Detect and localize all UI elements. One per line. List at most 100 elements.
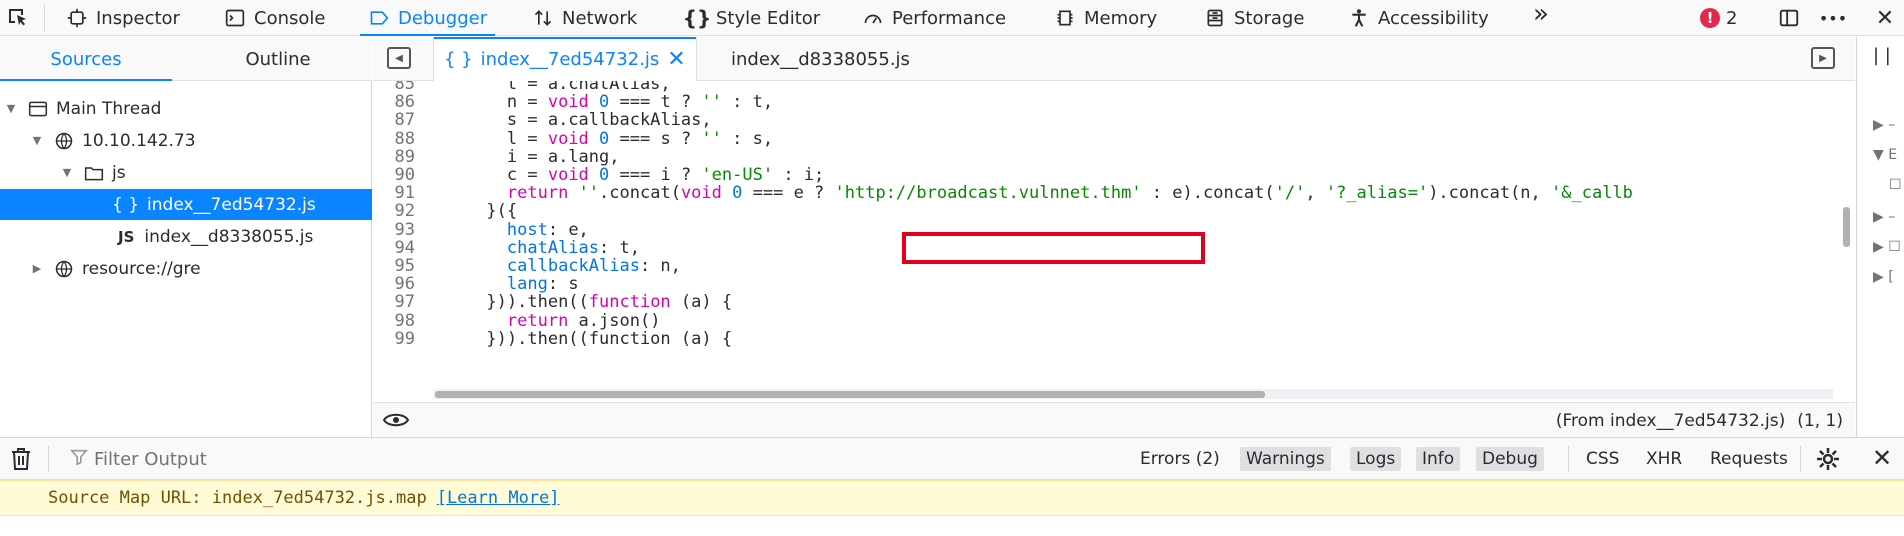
tab-storage[interactable]: Storage (1204, 0, 1304, 36)
devtools-toolbar: Inspector Console Debugger Network {} St… (0, 0, 1904, 36)
close-tab-icon[interactable]: ✕ (667, 47, 685, 72)
tab-label: Storage (1234, 7, 1305, 29)
filter-logs[interactable]: Logs (1350, 447, 1402, 471)
editor-footer: (From index__7ed54732.js) (1, 1) (373, 402, 1855, 437)
braces-icon: { } (444, 48, 473, 70)
line-number[interactable]: 99 (373, 328, 425, 350)
expand-arrow-icon[interactable]: ▼ (4, 102, 18, 115)
close-console-icon[interactable]: ✕ (1872, 444, 1892, 472)
line-column: (1, 1) (1797, 410, 1843, 431)
toggle-sources-icon[interactable]: ◀ (387, 47, 411, 69)
close-devtools-icon[interactable]: ✕ (1872, 6, 1898, 31)
sources-tabbar: Sources Outline (0, 37, 372, 81)
console-toolbar: Filter Output Errors (2) Warnings Logs I… (0, 438, 1904, 480)
filter-css[interactable]: CSS (1580, 447, 1625, 471)
pane-checkbox[interactable]: ☐ (1889, 177, 1902, 193)
vertical-scrollbar-thumb[interactable] (1843, 207, 1850, 247)
filter-debug[interactable]: Debug (1476, 447, 1544, 471)
tab-sources[interactable]: Sources (0, 37, 172, 81)
filter-output-input[interactable]: Filter Output (70, 438, 207, 480)
tree-item-index-d8338055[interactable]: JS index__d8338055.js (0, 221, 372, 252)
clear-console-trash-icon[interactable] (10, 447, 32, 471)
toolbar-separator (1568, 446, 1569, 472)
tab-network[interactable]: Network (532, 0, 637, 36)
tab-label: Debugger (398, 7, 488, 29)
gear-icon[interactable] (1816, 447, 1840, 471)
code-line[interactable]: 99 })).then((function (a) { (373, 328, 1843, 350)
tab-label: Network (562, 7, 638, 29)
filter-requests[interactable]: Requests (1704, 447, 1794, 471)
editor-tab-index-d8338055[interactable]: index__d8338055.js (731, 37, 910, 81)
editor-tab-index-7ed54732[interactable]: { } index__7ed54732.js ✕ (433, 37, 697, 81)
editor-tabbar: ◀ { } index__7ed54732.js ✕ index__d83380… (373, 37, 1855, 81)
pane-section-collapsed[interactable]: ▶ – (1873, 117, 1895, 133)
tree-label: resource://gre (82, 258, 201, 279)
tree-item-js-folder[interactable]: ▼ js (0, 157, 372, 188)
horizontal-scrollbar-thumb[interactable] (435, 391, 1265, 398)
tab-label: Inspector (96, 7, 180, 29)
tree-label: 10.10.142.73 (82, 130, 196, 151)
inspector-icon (66, 7, 88, 29)
filter-info[interactable]: Info (1416, 447, 1461, 471)
pause-icon[interactable]: | | (1873, 45, 1891, 66)
tab-label: Performance (892, 7, 1007, 29)
memory-icon (1054, 7, 1076, 29)
storage-icon (1204, 7, 1226, 29)
filter-warnings[interactable]: Warnings (1240, 447, 1331, 471)
console-icon (224, 7, 246, 29)
editor-tab-label: index__d8338055.js (731, 48, 910, 70)
tab-label: Accessibility (1378, 7, 1489, 29)
code-text: })).then((function (a) { (486, 328, 733, 349)
tab-accessibility[interactable]: Accessibility (1348, 0, 1489, 36)
tab-inspector[interactable]: Inspector (66, 0, 180, 36)
element-picker-icon[interactable] (6, 6, 32, 30)
editor-tab-label: index__7ed54732.js (480, 48, 660, 70)
expand-arrow-icon[interactable]: ▼ (60, 166, 74, 179)
tree-item-host[interactable]: ▼ 10.10.142.73 (0, 125, 372, 156)
pane-section-collapsed[interactable]: ▶ [ (1873, 269, 1894, 285)
collapse-arrow-icon[interactable]: ▶ (30, 262, 44, 275)
tree-item-main-thread[interactable]: ▼ Main Thread (0, 93, 372, 124)
editor-area: ◀ { } index__7ed54732.js ✕ index__d83380… (373, 37, 1855, 437)
toolbar-separator (44, 4, 45, 32)
overflow-chevron-icon[interactable]: » (1528, 0, 1554, 29)
tree-item-resource-gre[interactable]: ▶ resource://gre (0, 253, 372, 284)
sources-panel: Sources Outline ▼ Main Thread ▼ 10.10.14… (0, 37, 372, 437)
error-count: 2 (1726, 7, 1738, 29)
folder-icon (84, 163, 104, 183)
tab-style-editor[interactable]: {} Style Editor (682, 0, 820, 36)
performance-icon (862, 7, 884, 29)
tab-debugger[interactable]: Debugger (359, 0, 496, 36)
pane-section-collapsed[interactable]: ▶ – (1873, 209, 1895, 225)
tab-performance[interactable]: Performance (862, 0, 1006, 36)
filter-xhr[interactable]: XHR (1640, 447, 1688, 471)
style-editor-icon: {} (682, 6, 712, 30)
debugger-icon (368, 7, 390, 29)
toolbar-separator (1800, 446, 1801, 472)
tab-outline[interactable]: Outline (200, 37, 356, 81)
pane-section-collapsed[interactable]: ▶ ☐ (1873, 239, 1901, 255)
tree-item-index-7ed54732[interactable]: { } index__7ed54732.js (0, 189, 372, 220)
error-icon: ! (1700, 8, 1720, 28)
source-origin: (From index__7ed54732.js) (1555, 410, 1786, 431)
toggle-panes-icon[interactable]: ▶ (1811, 47, 1835, 69)
code-editor[interactable]: 85 t = a.chatAlias, 86 n = void 0 === t ?… (373, 81, 1843, 367)
debugger-panel: Sources Outline ▼ Main Thread ▼ 10.10.14… (0, 37, 1904, 437)
filter-errors[interactable]: Errors (2) (1134, 447, 1226, 471)
tab-console[interactable]: Console (224, 0, 325, 36)
cursor-position[interactable]: (From index__7ed54732.js) (1, 1) (1556, 403, 1843, 438)
globe-icon (54, 259, 74, 279)
tab-memory[interactable]: Memory (1054, 0, 1157, 36)
tree-label: js (112, 162, 126, 183)
eye-icon[interactable] (382, 410, 410, 430)
pane-section-expanded[interactable]: ▼ E (1873, 147, 1897, 163)
tab-label: Console (254, 7, 326, 29)
tree-label: index__7ed54732.js (147, 194, 316, 215)
error-count-badge[interactable]: ! 2 (1700, 0, 1737, 36)
learn-more-link[interactable]: [Learn More] (437, 488, 560, 508)
dock-side-icon[interactable] (1776, 6, 1802, 30)
more-options-icon[interactable]: ••• (1819, 6, 1847, 30)
expand-arrow-icon[interactable]: ▼ (30, 134, 44, 147)
accessibility-icon (1348, 7, 1370, 29)
split-console: Filter Output Errors (2) Warnings Logs I… (0, 437, 1904, 536)
